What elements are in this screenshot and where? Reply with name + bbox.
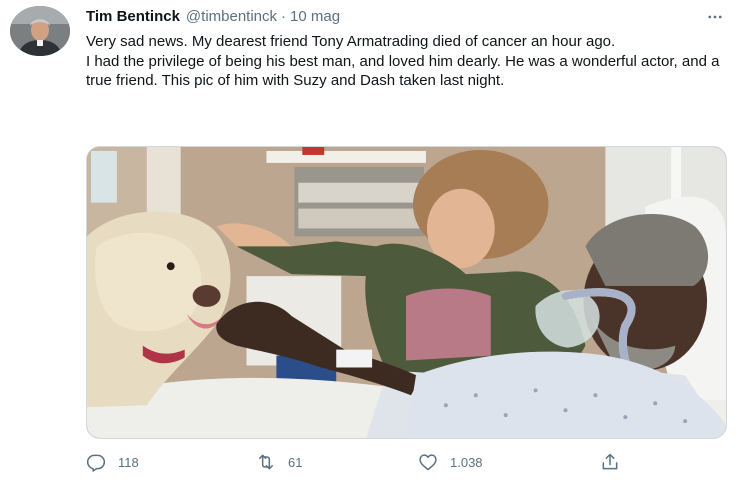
tweet-text: Very sad news. My dearest friend Tony Ar…	[86, 32, 726, 91]
heart-icon	[419, 454, 437, 471]
retweet-count: 61	[288, 454, 303, 470]
share-icon	[602, 453, 618, 470]
retweet-icon	[259, 454, 273, 470]
timestamp[interactable]: 10 mag	[290, 8, 340, 25]
reply-button[interactable]: 118	[86, 448, 139, 476]
hospital-photo	[87, 147, 726, 438]
tweet-actions: 118 61 1.038	[86, 448, 646, 476]
reply-count: 118	[118, 454, 139, 470]
avatar[interactable]	[10, 6, 70, 56]
retweet-button[interactable]: 61	[256, 448, 302, 476]
share-button[interactable]	[600, 448, 632, 476]
reply-icon	[86, 454, 106, 472]
more-button[interactable]	[700, 6, 730, 28]
separator-dot: ·	[281, 8, 287, 25]
avatar-photo	[10, 6, 70, 56]
tweet-text-line-1: Very sad news. My dearest friend Tony Ar…	[86, 33, 616, 50]
tweet[interactable]: Tim Bentinck @timbentinck · 10 mag Very …	[0, 0, 740, 480]
like-count: 1.038	[450, 454, 483, 470]
display-name[interactable]: Tim Bentinck	[86, 8, 180, 25]
user-handle[interactable]: @timbentinck	[186, 8, 277, 25]
tweet-text-line-2: I had the privilege of being his best ma…	[86, 52, 720, 90]
tweet-photo[interactable]	[86, 146, 727, 439]
more-horizontal-icon	[708, 15, 722, 19]
like-button[interactable]: 1.038	[418, 448, 483, 476]
tweet-header: Tim Bentinck @timbentinck · 10 mag	[86, 8, 340, 30]
